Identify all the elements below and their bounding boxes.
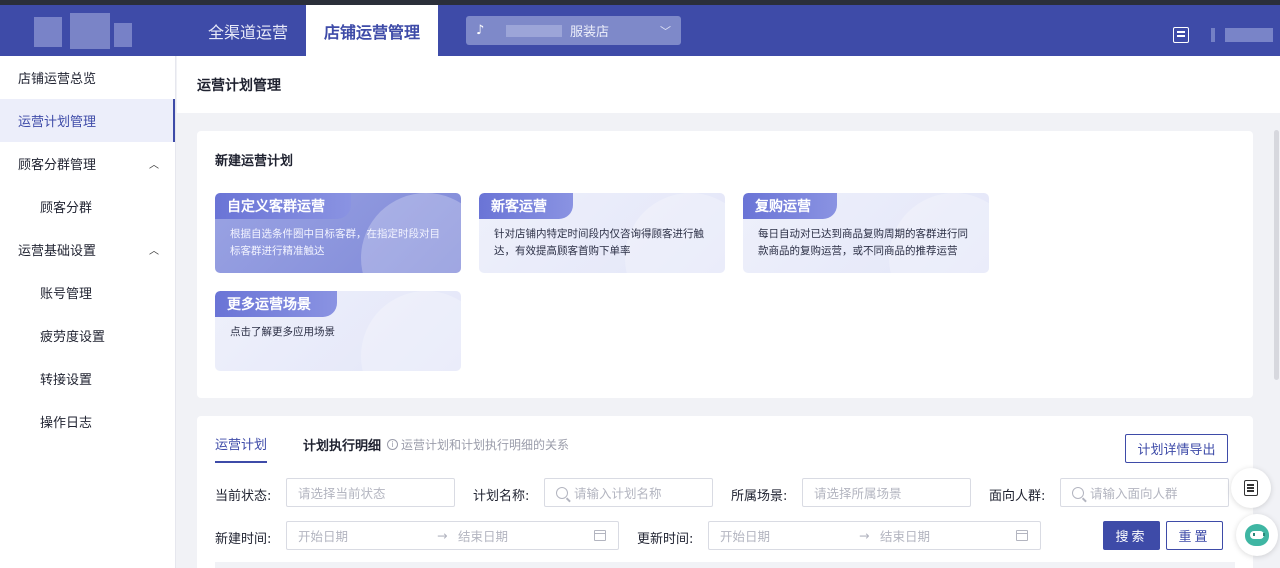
updated-date-range[interactable]: 开始日期 → 结束日期 [708, 521, 1041, 550]
scene-name: 新客运营 [479, 193, 573, 219]
sidebar-item-label: 账号管理 [40, 287, 93, 302]
info-icon: i [387, 439, 398, 450]
tab-plans[interactable]: 运营计划 [215, 434, 268, 463]
chevron-up-icon: ︿ [149, 246, 159, 257]
sidebar-item-customer-segment-management[interactable]: 顾客分群管理 ︿ [0, 142, 175, 185]
scene-desc: 针对店铺内特定时间段内仅咨询得顾客进行触达，有效提高顾客首购下单率 [494, 228, 704, 257]
store-selector-value: 服装店 [570, 25, 610, 40]
sidebar-item-basic-settings[interactable]: 运营基础设置 ︿ [0, 228, 175, 271]
sidebar-item-transfer[interactable]: 转接设置 [0, 357, 175, 400]
assistant-button[interactable] [1236, 514, 1278, 556]
sidebar-item-overview[interactable]: 店铺运营总览 [0, 56, 175, 99]
new-plan-card: 新建运营计划 自定义客群运营 根据自选条件圈中目标客群，在指定时段对目标客群进行… [197, 131, 1253, 398]
sidebar-item-customer-segments[interactable]: 顾客分群 [0, 185, 175, 228]
sidebar-item-accounts[interactable]: 账号管理 [0, 271, 175, 314]
tab-all-channel[interactable]: 全渠道运营 [190, 5, 306, 56]
scene-desc: 根据自选条件圈中目标客群，在指定时段对目标客群进行精准触达 [230, 228, 440, 257]
reset-button[interactable]: 重置 [1166, 521, 1223, 550]
relation-note[interactable]: i 运营计划和计划执行明细的关系 [387, 436, 569, 453]
sidebar-item-label: 转接设置 [40, 373, 93, 388]
table-header [215, 562, 1235, 568]
scene-repurchase[interactable]: 复购运营 每日自动对已达到商品复购周期的客群进行同款商品的复购运营，或不同商品的… [743, 193, 989, 273]
updated-start-placeholder: 开始日期 [720, 529, 771, 544]
top-nav: 全渠道运营 店铺运营管理 [190, 5, 439, 56]
feedback-button[interactable] [1231, 468, 1271, 508]
scene-name: 自定义客群运营 [215, 193, 351, 219]
top-bar: 全渠道运营 店铺运营管理 ♪ 服装店 ﹀ [0, 0, 1280, 56]
user-name-blurred[interactable] [1225, 28, 1273, 42]
sidebar-item-fatigue[interactable]: 疲劳度设置 [0, 314, 175, 357]
document-icon[interactable] [1173, 27, 1189, 43]
status-select[interactable]: 请选择当前状态 [286, 478, 455, 507]
sidebar-item-label: 店铺运营总览 [18, 72, 97, 87]
scene-desc: 点击了解更多应用场景 [230, 326, 335, 338]
new-plan-title: 新建运营计划 [215, 154, 294, 169]
page-title: 运营计划管理 [177, 56, 1280, 113]
top-right-tools [1173, 27, 1273, 43]
edit-document-icon [1244, 480, 1258, 496]
store-name-blurred [506, 24, 562, 37]
arrow-right-icon: → [859, 528, 870, 543]
status-placeholder: 请选择当前状态 [298, 486, 386, 501]
sidebar-item-plan-management[interactable]: 运营计划管理 [0, 99, 175, 142]
scrollbar[interactable] [1274, 130, 1279, 380]
tab-execution-details[interactable]: 计划执行明细 [303, 435, 381, 462]
export-details-button[interactable]: 计划详情导出 [1125, 434, 1228, 463]
sidebar-item-label: 运营基础设置 [18, 244, 97, 259]
scene-desc: 每日自动对已达到商品复购周期的客群进行同款商品的复购运营，或不同商品的推荐运营 [758, 228, 968, 257]
plan-name-input[interactable]: 请输入计划名称 [544, 478, 713, 507]
divider [1211, 28, 1215, 42]
sidebar-item-operation-log[interactable]: 操作日志 [0, 400, 175, 443]
calendar-icon [594, 530, 606, 541]
search-icon [556, 486, 568, 499]
sidebar-item-label: 操作日志 [40, 416, 93, 431]
arrow-right-icon: → [437, 528, 448, 543]
calendar-icon [1016, 530, 1028, 541]
scene-name: 更多运营场景 [215, 291, 337, 317]
tab-store-operation[interactable]: 店铺运营管理 [306, 5, 439, 56]
plan-list-card: 运营计划 计划执行明细 i 运营计划和计划执行明细的关系 计划详情导出 当前状态… [197, 416, 1253, 568]
updated-end-placeholder: 结束日期 [880, 529, 931, 544]
search-icon [1072, 486, 1084, 499]
audience-label: 面向人群: [989, 489, 1046, 504]
robot-icon [1245, 524, 1269, 546]
chevron-down-icon: ﹀ [660, 24, 671, 38]
scene-new-customer[interactable]: 新客运营 针对店铺内特定时间段内仅咨询得顾客进行触达，有效提高顾客首购下单率 [479, 193, 725, 273]
chevron-up-icon: ︿ [149, 160, 159, 171]
relation-note-text: 运营计划和计划执行明细的关系 [401, 438, 570, 452]
scene-name: 复购运营 [743, 193, 837, 219]
search-button[interactable]: 搜索 [1103, 521, 1160, 550]
scene-label: 所属场景: [731, 489, 788, 504]
scene-more[interactable]: 更多运营场景 点击了解更多应用场景 [215, 291, 461, 371]
sidebar-item-label: 疲劳度设置 [40, 330, 106, 345]
audience-placeholder: 请输入面向人群 [1090, 486, 1178, 501]
scene-custom-segment[interactable]: 自定义客群运营 根据自选条件圈中目标客群，在指定时段对目标客群进行精准触达 [215, 193, 461, 273]
plan-name-label: 计划名称: [473, 489, 530, 504]
created-time-label: 新建时间: [215, 532, 272, 547]
sidebar-item-label: 顾客分群 [40, 201, 93, 216]
sidebar-item-label: 运营计划管理 [18, 115, 97, 130]
tiktok-icon: ♪ [476, 22, 485, 38]
plan-name-placeholder: 请输入计划名称 [574, 486, 662, 501]
store-selector[interactable]: ♪ 服装店 ﹀ [466, 16, 681, 45]
sidebar: 店铺运营总览 运营计划管理 顾客分群管理 ︿ 顾客分群 运营基础设置 ︿ 账号管理 … [0, 56, 176, 568]
status-label: 当前状态: [215, 489, 272, 504]
sidebar-item-label: 顾客分群管理 [18, 158, 97, 173]
list-tabs: 运营计划 计划执行明细 [215, 434, 381, 463]
created-date-range[interactable]: 开始日期 → 结束日期 [286, 521, 619, 550]
created-start-placeholder: 开始日期 [298, 529, 349, 544]
audience-input[interactable]: 请输入面向人群 [1060, 478, 1229, 507]
scene-select[interactable]: 请选择所属场景 [802, 478, 971, 507]
logo [34, 13, 134, 51]
scene-placeholder: 请选择所属场景 [814, 486, 902, 501]
updated-time-label: 更新时间: [637, 532, 694, 547]
created-end-placeholder: 结束日期 [458, 529, 509, 544]
